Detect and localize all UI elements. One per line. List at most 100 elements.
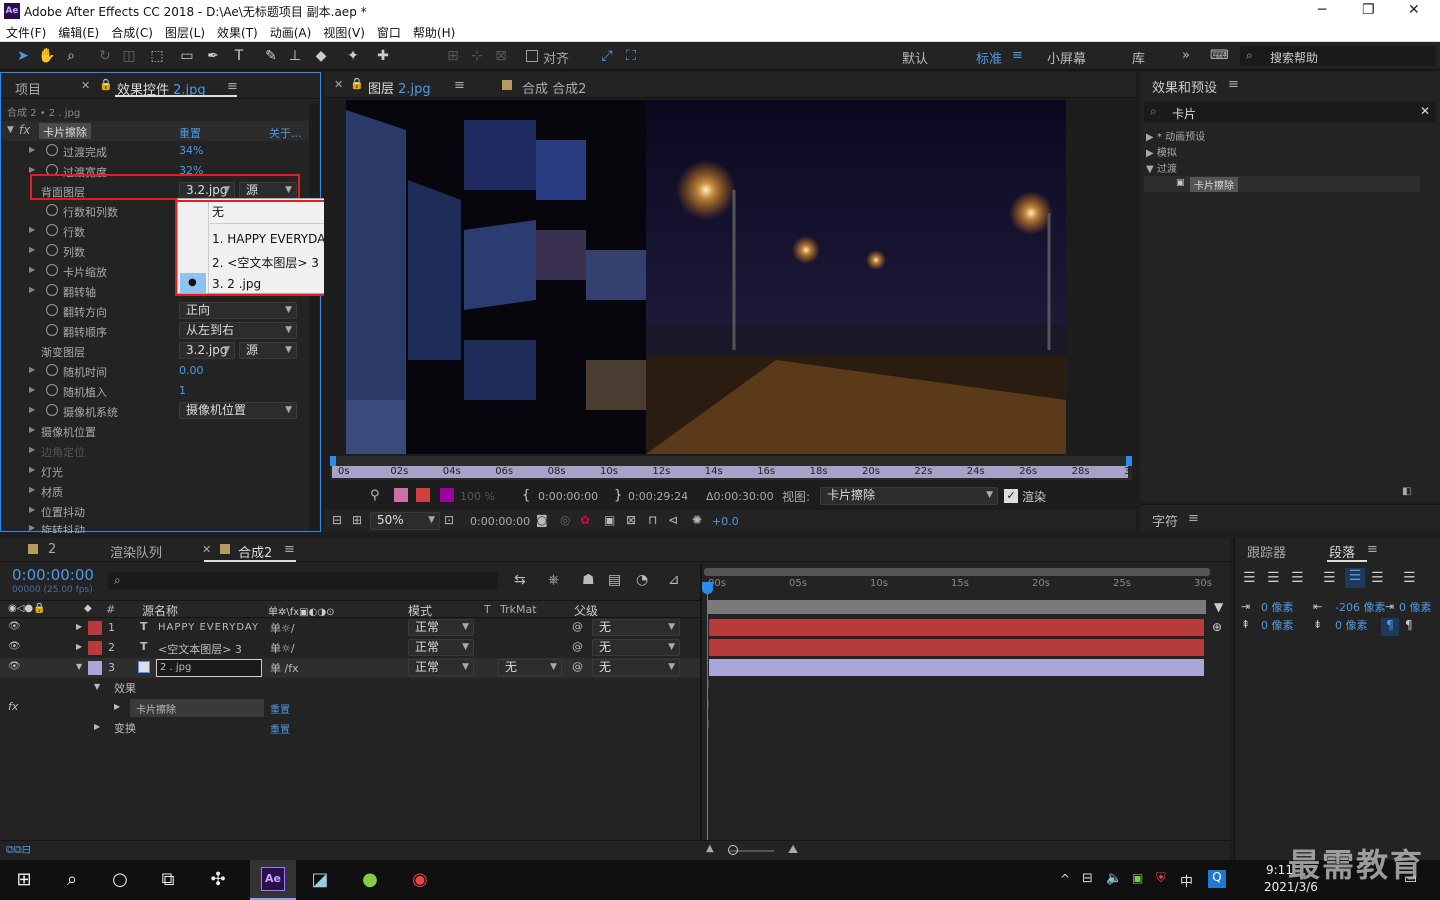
align-left-icon[interactable]: ☰ [1243, 570, 1256, 586]
panel-menu-icon[interactable]: ≡ [284, 542, 295, 557]
local-axis-icon[interactable]: ⊞ [444, 47, 462, 65]
menu-view[interactable]: 视图(V) [317, 22, 371, 41]
motion-blur-icon[interactable]: ◔ [636, 572, 648, 588]
tree-item[interactable]: ▼ 过渡 [1146, 160, 1177, 175]
fx-icon[interactable]: fx [19, 123, 30, 137]
flip-order-dropdown[interactable]: 从左到右 ▼ [179, 322, 297, 339]
show-hidden-icons-icon[interactable]: ^ [1060, 872, 1070, 886]
parent-dropdown[interactable]: 无 ▼ [592, 639, 680, 656]
set-out-icon[interactable]: } [614, 488, 622, 503]
eraser-tool-icon[interactable]: ◆ [312, 47, 330, 65]
align-center-icon[interactable]: ☰ [1267, 570, 1280, 586]
panel-menu-icon[interactable]: ≡ [1228, 77, 1239, 92]
tab-layer[interactable]: 图层 2.jpg [368, 78, 431, 97]
menu-layer[interactable]: 图层(L) [159, 22, 211, 41]
maximize-icon[interactable]: ❐ [1362, 2, 1375, 18]
parent-dropdown[interactable]: 无 ▼ [592, 619, 680, 636]
property-value[interactable]: 34% [179, 144, 203, 157]
property-row[interactable]: ▶ 过渡完成 34% [1, 141, 305, 161]
expand-arrow-icon[interactable]: ▶ [29, 245, 35, 254]
expand-arrow-icon[interactable]: ▶ [29, 465, 35, 474]
switch-icons[interactable]: 单☼/ [270, 640, 295, 656]
tree-item[interactable]: ▶ * 动画预设 [1146, 128, 1205, 143]
switch-icons[interactable]: 单☼/ [270, 620, 295, 636]
workspace-small-screen[interactable]: 小屏幕 [1047, 48, 1086, 67]
camera-tool-icon[interactable]: ◫ [120, 47, 138, 65]
property-row[interactable]: ▶ 灯光 [1, 461, 305, 481]
stopwatch-icon[interactable] [46, 244, 58, 256]
clear-search-icon[interactable]: ✕ [1420, 104, 1430, 118]
tab-render-queue[interactable]: 渲染队列 [110, 542, 162, 561]
selection-tool-icon[interactable]: ➤ [14, 47, 32, 65]
render-checkbox[interactable]: ✓ [1004, 489, 1018, 503]
eye-icon[interactable]: 👁 [8, 641, 21, 652]
camera-system-dropdown[interactable]: 摄像机位置 ▼ [179, 402, 297, 419]
effects-group-row[interactable]: ▼ 效果 [0, 678, 700, 698]
exposure-value[interactable]: +0.0 [712, 515, 739, 528]
snap-feature-icon[interactable]: ⤢ [598, 47, 616, 65]
zoom-dropdown[interactable]: 50% ▼ [370, 512, 440, 530]
menu-file[interactable]: 文件(F) [0, 22, 52, 41]
marker-icon[interactable]: ▼ [1214, 600, 1223, 614]
windows-start-icon[interactable]: ⊞ [12, 868, 36, 892]
time-ruler[interactable]: 0s 02s 04s 06s 08s 10s 12s 14s 16s 18s 20s 22s 24s 26… [330, 456, 1142, 480]
menu-help[interactable]: 帮助(H) [407, 22, 461, 41]
property-row[interactable]: 渐变图层 3.2.jpg ▼ 源 ▼ [1, 341, 305, 361]
playhead-handle[interactable] [702, 582, 713, 594]
layer-row[interactable]: 👁 ▶ 1 T HAPPY EVERYDAY 单☼/ 正常 ▼ @ 无 ▼ [0, 618, 700, 638]
menu-edit[interactable]: 编辑(E) [52, 22, 105, 41]
rotate-tool-icon[interactable]: ↻ [96, 47, 114, 65]
reset-link[interactable]: 重置 [270, 721, 290, 736]
graph-editor-icon[interactable]: ⊿ [668, 572, 680, 588]
layer-bar[interactable] [709, 639, 1204, 656]
flip-direction-dropdown[interactable]: 正向 ▼ [179, 302, 297, 319]
frame-blending-icon[interactable]: ▤ [608, 572, 621, 588]
expand-arrow-icon[interactable]: ▶ [29, 485, 35, 494]
brush-tool-icon[interactable]: ✎ [262, 47, 280, 65]
justify-center-icon[interactable]: ☰ [1345, 568, 1365, 588]
gradient-layer-dropdown[interactable]: 3.2.jpg ▼ [179, 342, 235, 359]
ltr-direction-icon[interactable]: ¶ [1381, 618, 1399, 636]
label-color[interactable] [88, 661, 102, 675]
menu-effect[interactable]: 效果(T) [211, 22, 264, 41]
align-right-icon[interactable]: ☰ [1291, 570, 1304, 586]
pen-tool-icon[interactable]: ✒ [204, 47, 222, 65]
layer-row[interactable]: 👁 ▶ 2 T <空文本图层> 3 单☼/ 正常 ▼ @ 无 ▼ [0, 638, 700, 658]
timeline-search-field[interactable]: ⌕ [108, 572, 498, 590]
minimize-icon[interactable]: ─ [1318, 2, 1326, 18]
in-time[interactable]: 0:00:00:00 [538, 490, 598, 503]
about-link[interactable]: 关于... [269, 125, 302, 141]
draft-3d-icon[interactable]: ⎈ [548, 572, 559, 588]
expand-arrow-icon[interactable]: ▼ [7, 125, 14, 135]
expand-arrow-icon[interactable]: ▶ [29, 265, 35, 274]
label-color[interactable] [88, 621, 102, 635]
panel-menu-icon[interactable]: ≡ [454, 78, 465, 93]
property-row[interactable]: ▶ 摄像机位置 [1, 421, 305, 441]
stopwatch-icon[interactable] [46, 384, 58, 396]
trkmat-dropdown[interactable]: 无 ▼ [498, 659, 562, 676]
zoom-tool-icon[interactable]: ⌕ [62, 47, 80, 65]
color-swatch-icon[interactable] [440, 488, 454, 502]
close-tab-icon[interactable]: ✕ [81, 79, 90, 92]
type-tool-icon[interactable]: T [230, 47, 248, 65]
opacity-value[interactable]: 100 % [460, 490, 495, 503]
property-row[interactable]: ▶ 摄像机系统 摄像机位置 ▼ [1, 401, 305, 421]
expand-arrow-icon[interactable]: ▶ [29, 523, 35, 532]
expand-arrow-icon[interactable]: ▶ [29, 165, 35, 174]
layer-row-selected[interactable]: 👁 ▼ 3 2 . jpg 单 /fx 正常 ▼ 无 ▼ @ 无 ▼ [0, 658, 700, 678]
layer-bar[interactable] [709, 619, 1204, 636]
panel-menu-icon[interactable]: ≡ [227, 79, 238, 94]
qq-icon[interactable]: Q [1208, 870, 1226, 888]
ime-indicator[interactable]: 中 [1180, 871, 1193, 890]
expand-arrow-icon[interactable]: ▶ [29, 365, 35, 374]
label-color[interactable] [88, 641, 102, 655]
network-icon[interactable]: ⊟ [1082, 871, 1093, 886]
close-tab-icon[interactable]: ✕ [202, 543, 211, 556]
effects-search-field[interactable]: ⌕ 卡片 ✕ [1144, 102, 1436, 122]
source-name-header[interactable]: 源名称 [142, 602, 178, 619]
alpha-icon[interactable] [394, 488, 408, 502]
close-tab-icon[interactable]: ✕ [334, 78, 343, 91]
menu-animation[interactable]: 动画(A) [264, 22, 318, 41]
expand-arrow-icon[interactable]: ▶ [29, 505, 35, 514]
mode-dropdown[interactable]: 正常 ▼ [408, 639, 474, 656]
